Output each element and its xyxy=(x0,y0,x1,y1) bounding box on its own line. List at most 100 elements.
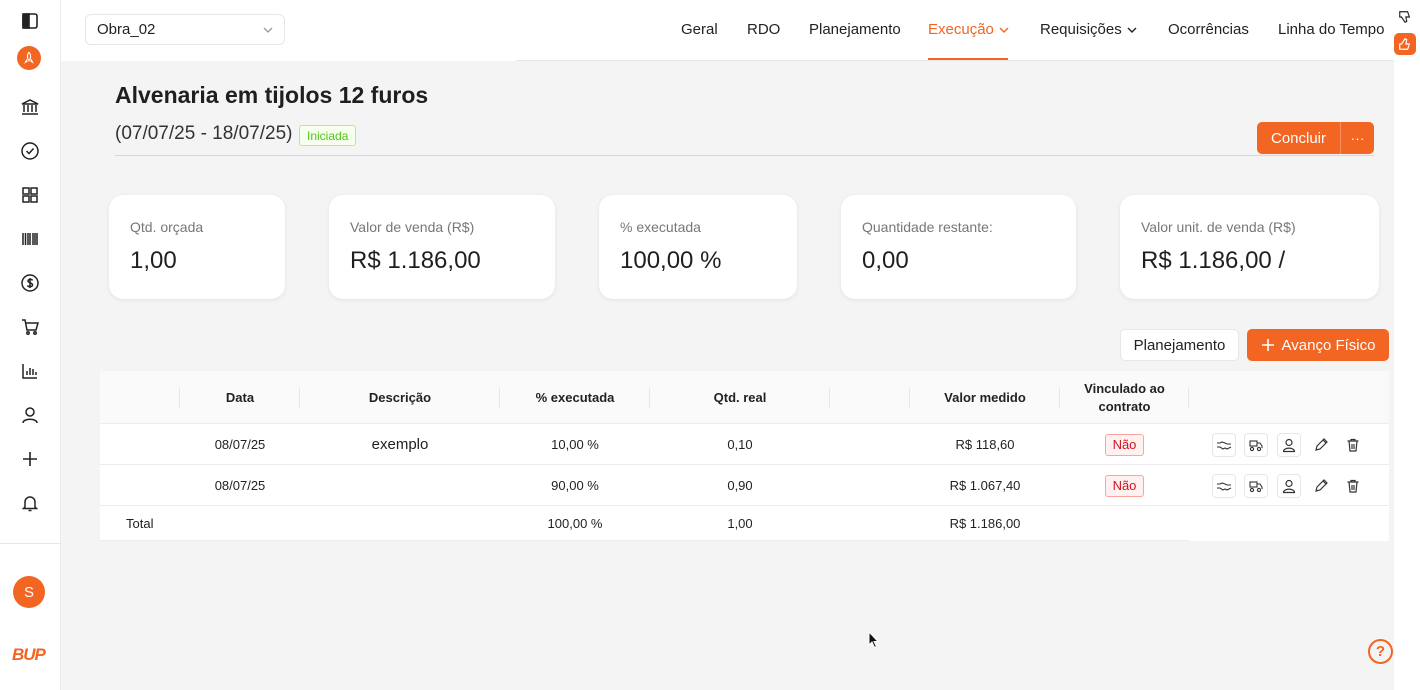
chevron-down-icon xyxy=(999,27,1009,33)
user-icon[interactable] xyxy=(1277,474,1301,498)
header-divider xyxy=(516,60,1394,61)
plus-icon[interactable] xyxy=(17,446,43,472)
table-row: 08/07/25 exemplo 10,00 % 0,10 R$ 118,60 … xyxy=(100,424,1389,465)
user-icon[interactable] xyxy=(1277,433,1301,457)
chevron-down-icon xyxy=(262,23,274,40)
total-qtd-real: 1,00 xyxy=(727,516,753,531)
plus-icon xyxy=(1261,339,1274,351)
avanco-button-label: Avanço Físico xyxy=(1281,336,1376,354)
rocket-logo-icon[interactable] xyxy=(17,46,41,70)
cell-vinculado: Não xyxy=(1060,465,1189,506)
chevron-down-icon xyxy=(1127,27,1137,33)
equipment-icon[interactable] xyxy=(1244,433,1268,457)
top-header: Obra_02 Geral RDO Planejamento Execução … xyxy=(61,0,1394,61)
equipment-icon[interactable] xyxy=(1244,474,1268,498)
card-label: Valor de venda (R$) xyxy=(350,219,475,235)
help-icon[interactable]: ? xyxy=(1368,639,1393,664)
check-circle-icon[interactable] xyxy=(17,138,43,164)
column-header-data[interactable]: Data xyxy=(180,371,300,424)
thumbs-down-icon[interactable] xyxy=(1395,8,1415,26)
conclude-button[interactable]: Concluir xyxy=(1257,122,1341,154)
thumbs-up-icon[interactable] xyxy=(1394,33,1416,55)
title-divider xyxy=(115,155,1374,156)
mouse-cursor-icon xyxy=(868,630,880,654)
total-row: Total 100,00 % 1,00 R$ 1.186,00 xyxy=(100,506,1189,541)
cell-data: 08/07/25 xyxy=(214,478,266,493)
cell-valor-medido: R$ 1.067,40 xyxy=(949,478,1021,493)
nav-rdo[interactable]: RDO xyxy=(747,21,780,38)
cell-executada: 10,00 % xyxy=(551,437,599,452)
more-options-button[interactable]: ··· xyxy=(1341,122,1374,154)
avatar[interactable]: S xyxy=(13,576,45,608)
page-title: Alvenaria em tijolos 12 furos xyxy=(115,82,429,108)
total-label: Total xyxy=(126,516,154,531)
nav-execucao[interactable]: Execução xyxy=(928,21,1010,38)
nav-geral[interactable]: Geral xyxy=(681,21,718,38)
column-header-executada[interactable]: % executada xyxy=(500,371,650,424)
sidebar: S BUP xyxy=(0,0,61,690)
conclude-button-group: Concluir ··· xyxy=(1257,122,1374,154)
user-icon[interactable] xyxy=(17,402,43,428)
execution-table: Data Descrição % executada Qtd. real Val… xyxy=(100,371,1389,541)
card-value: 100,00 % xyxy=(620,247,722,274)
column-header-descricao[interactable]: Descrição xyxy=(300,371,500,424)
card-value: R$ 1.186,00 / xyxy=(1141,247,1286,274)
card-value: 1,00 xyxy=(130,247,177,274)
card-value: 0,00 xyxy=(862,247,909,274)
card-label: Qtd. orçada xyxy=(130,219,204,235)
contract-link-icon[interactable] xyxy=(1212,433,1236,457)
cell-valor-medido: R$ 118,60 xyxy=(955,437,1015,452)
date-range: (07/07/25 - 18/07/25) xyxy=(115,123,293,144)
column-header-vinculado[interactable]: Vinculado ao contrato xyxy=(1060,371,1189,424)
edit-icon[interactable] xyxy=(1309,433,1333,457)
grid-icon[interactable] xyxy=(17,182,43,208)
cell-descricao xyxy=(300,465,500,506)
delete-icon[interactable] xyxy=(1341,433,1365,457)
add-avanco-fisico-button[interactable]: Avanço Físico xyxy=(1247,329,1389,361)
nav-linha-do-tempo[interactable]: Linha do Tempo xyxy=(1278,21,1384,38)
card-label: % executada xyxy=(620,219,701,235)
card-label: Quantidade restante: xyxy=(862,219,993,235)
cell-data: 08/07/25 xyxy=(214,437,266,452)
cell-qtd-real: 0,90 xyxy=(727,478,753,493)
bell-icon[interactable] xyxy=(17,490,43,516)
card-label: Valor unit. de venda (R$) xyxy=(1141,219,1296,235)
card-quantidade-restante: Quantidade restante: 0,00 xyxy=(841,195,1076,299)
barcode-icon[interactable] xyxy=(17,226,43,252)
card-value: R$ 1.186,00 xyxy=(350,247,481,274)
project-select-value: Obra_02 xyxy=(97,21,156,38)
bar-chart-icon[interactable] xyxy=(17,358,43,384)
card-valor-unitario: Valor unit. de venda (R$) R$ 1.186,00 / xyxy=(1120,195,1379,299)
cell-descricao: exemplo xyxy=(371,436,429,453)
dollar-icon[interactable] xyxy=(17,270,43,296)
cell-vinculado: Não xyxy=(1060,424,1189,465)
total-valor-medido: R$ 1.186,00 xyxy=(949,516,1021,531)
contract-link-icon[interactable] xyxy=(1212,474,1236,498)
table-header: Data Descrição % executada Qtd. real Val… xyxy=(100,371,1389,424)
planejamento-button[interactable]: Planejamento xyxy=(1120,329,1239,361)
brand-logo: BUP xyxy=(12,645,46,664)
status-tag-nao: Não xyxy=(1104,474,1145,497)
feedback-strip xyxy=(1394,0,1420,690)
cart-icon[interactable] xyxy=(17,314,43,340)
status-badge: Iniciada xyxy=(299,125,357,146)
status-tag-nao: Não xyxy=(1104,433,1145,456)
sidebar-divider xyxy=(0,543,61,544)
total-executada: 100,00 % xyxy=(547,516,603,531)
card-percent-executada: % executada 100,00 % xyxy=(599,195,797,299)
panel-toggle-icon[interactable] xyxy=(17,8,43,34)
delete-icon[interactable] xyxy=(1341,474,1365,498)
column-header-valor-medido[interactable]: Valor medido xyxy=(910,371,1060,424)
cell-qtd-real: 0,10 xyxy=(727,437,753,452)
bank-icon[interactable] xyxy=(17,94,43,120)
table-row: 08/07/25 90,00 % 0,90 R$ 1.067,40 Não xyxy=(100,465,1389,506)
edit-icon[interactable] xyxy=(1309,474,1333,498)
cell-executada: 90,00 % xyxy=(551,478,599,493)
project-select[interactable]: Obra_02 xyxy=(85,14,285,45)
card-qtd-orcada: Qtd. orçada 1,00 xyxy=(109,195,285,299)
column-header-qtd-real[interactable]: Qtd. real xyxy=(650,371,830,424)
nav-requisicoes[interactable]: Requisições xyxy=(1040,21,1138,38)
card-valor-venda: Valor de venda (R$) R$ 1.186,00 xyxy=(329,195,555,299)
nav-planejamento[interactable]: Planejamento xyxy=(809,21,901,38)
nav-ocorrencias[interactable]: Ocorrências xyxy=(1168,21,1249,38)
